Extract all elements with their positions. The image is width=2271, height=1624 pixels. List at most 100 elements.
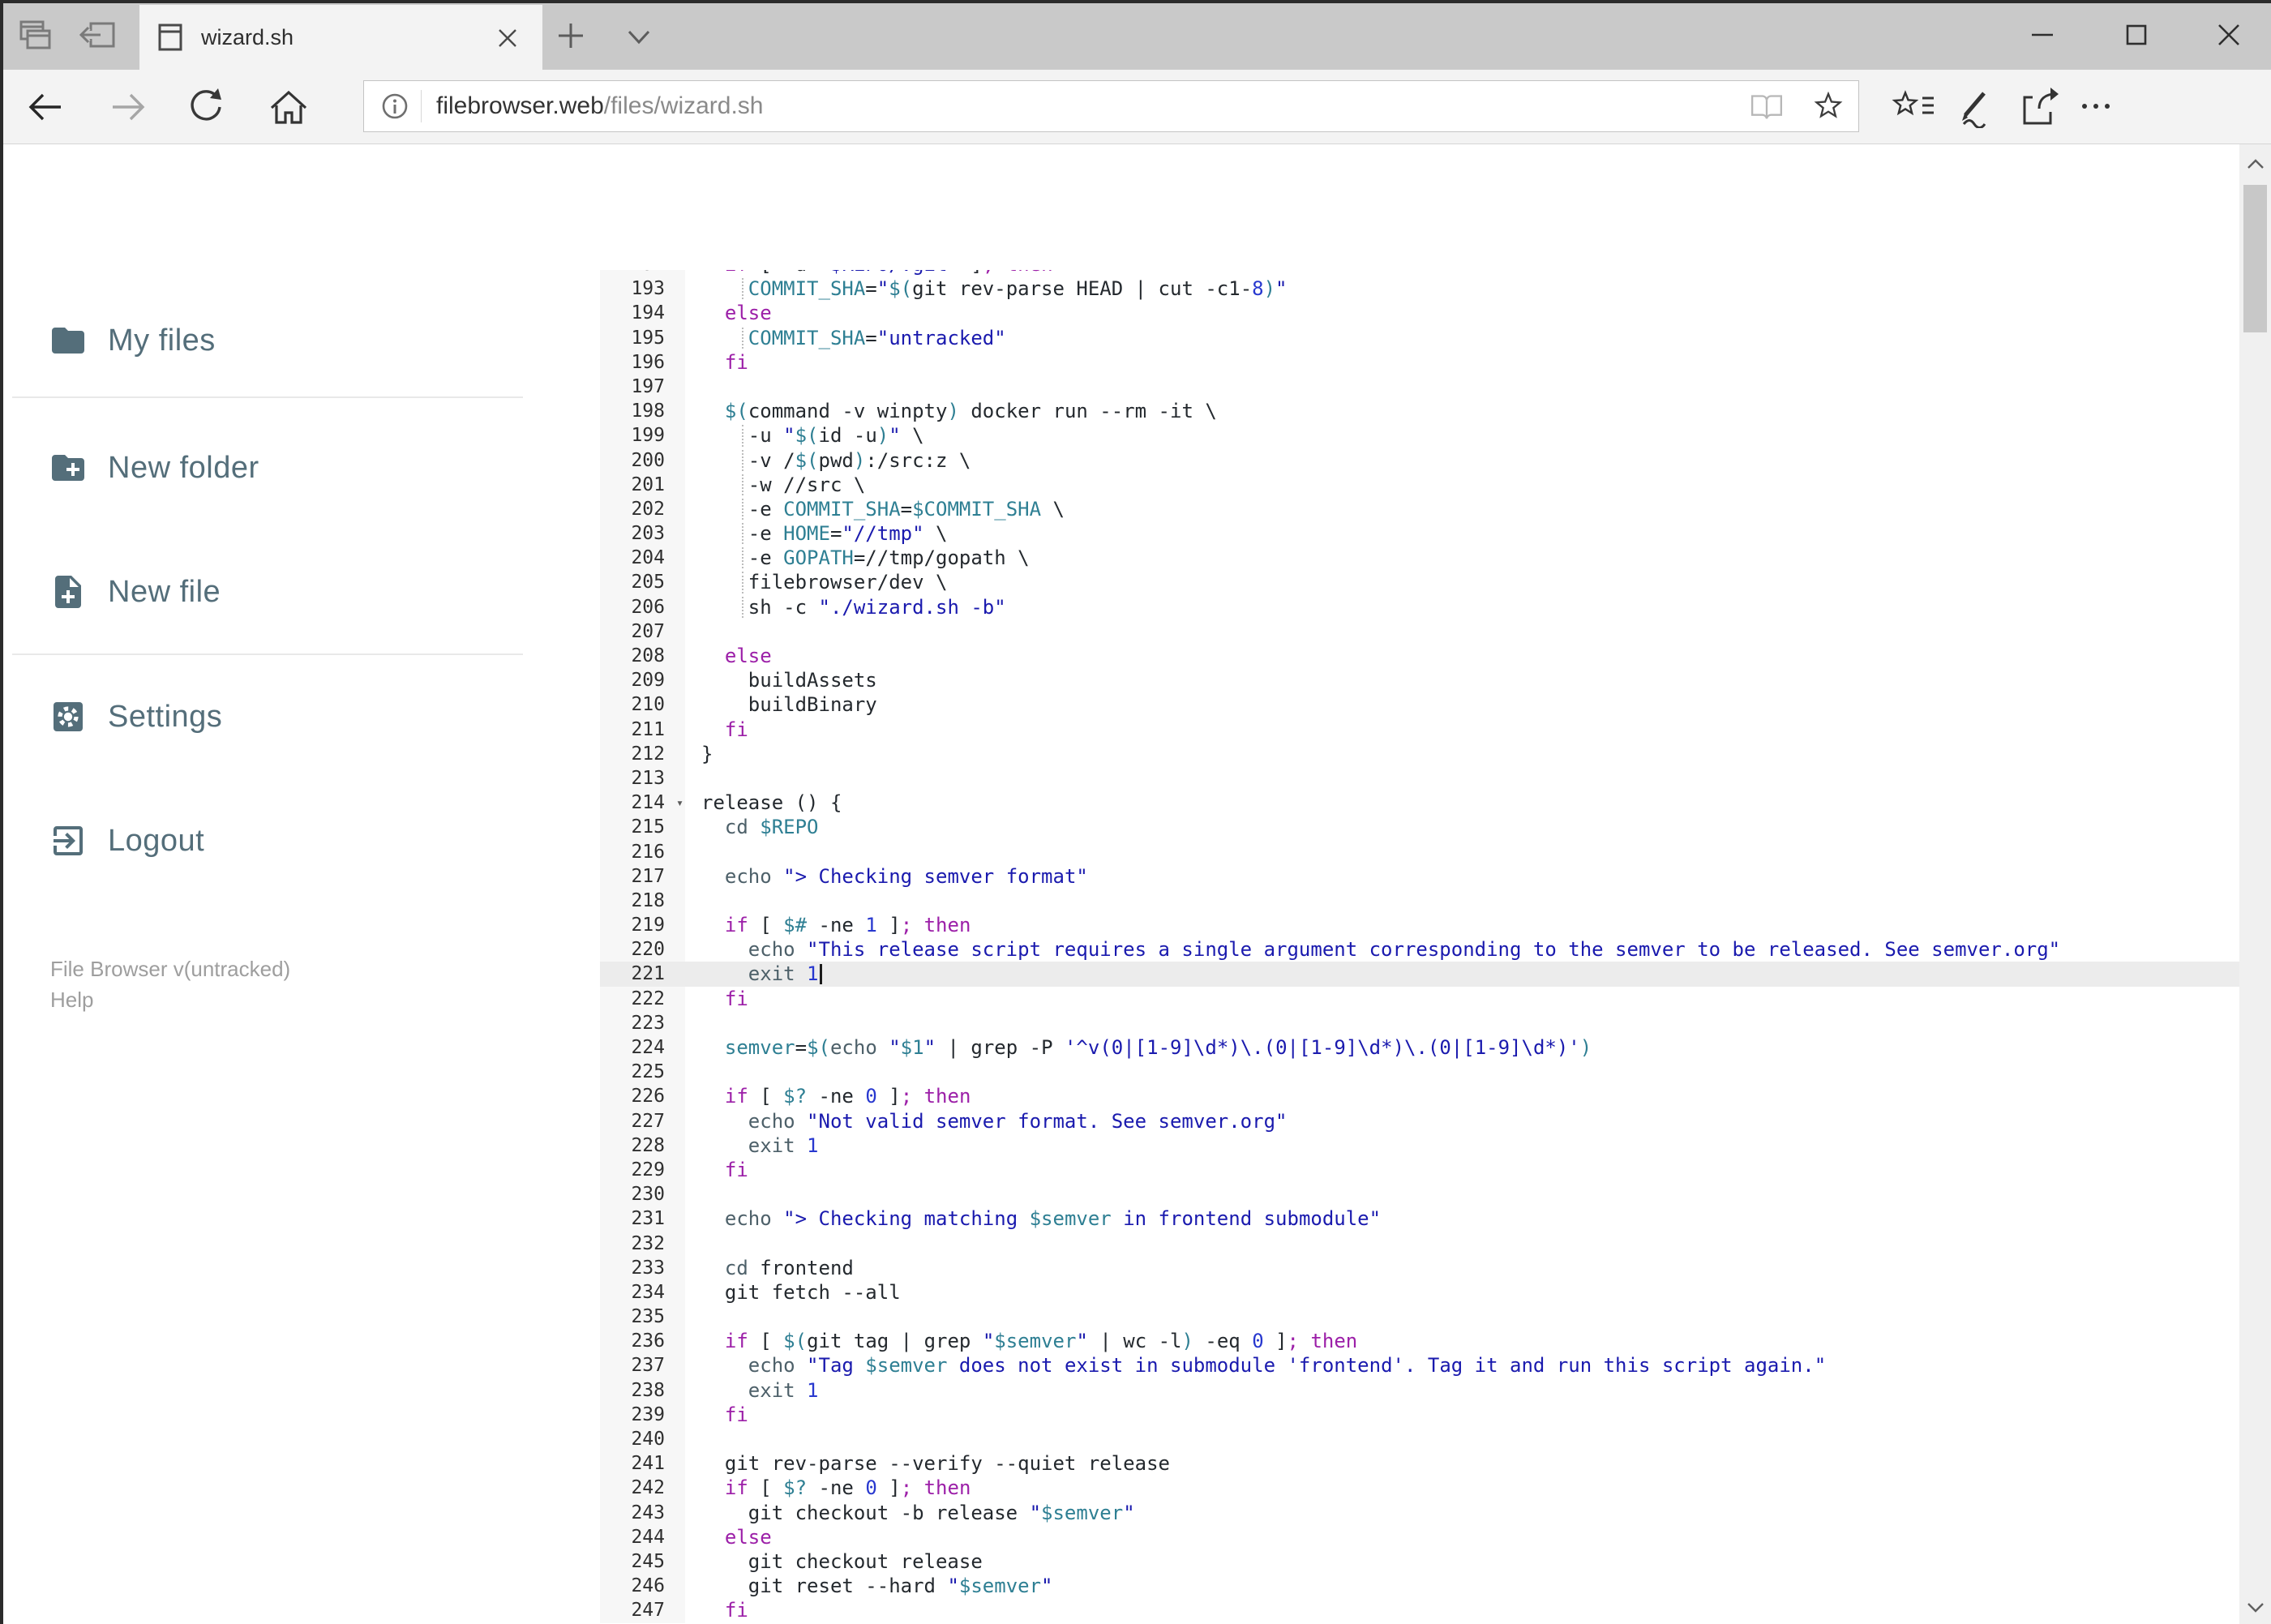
code-line[interactable]: 246 git reset --hard "$semver" — [600, 1574, 2239, 1599]
address-bar[interactable]: filebrowser.web/files/wizard.sh — [363, 80, 1859, 132]
code-text: -u "$(id -u)" \ — [701, 424, 924, 448]
sidebar-item-settings[interactable]: Settings — [0, 668, 584, 765]
sidebar-item-new-file[interactable]: New file — [0, 543, 584, 641]
scrollbar-thumb[interactable] — [2243, 185, 2267, 332]
sidebar-item-my-files[interactable]: My files — [0, 292, 584, 389]
more-menu-button[interactable] — [2067, 79, 2124, 133]
code-line[interactable]: 227 echo "Not valid semver format. See s… — [600, 1108, 2239, 1133]
sidebar-item-logout[interactable]: Logout — [0, 792, 584, 889]
tab-close-icon[interactable] — [494, 24, 521, 52]
favorite-star-icon[interactable] — [1808, 87, 1849, 126]
code-line[interactable]: 223 — [600, 1010, 2239, 1035]
code-line[interactable]: 233 cd frontend — [600, 1255, 2239, 1280]
tab-list-chevron-down-icon[interactable] — [618, 21, 660, 54]
code-line[interactable]: 220 echo "This release script requires a… — [600, 937, 2239, 962]
code-line[interactable]: 241 git rev-parse --verify --quiet relea… — [600, 1451, 2239, 1476]
code-editor[interactable]: 192 if [ -d "$REPO/.git" ]; then193 COMM… — [600, 270, 2239, 1624]
window-maximize-button[interactable] — [2092, 11, 2181, 58]
code-line[interactable]: 228 exit 1 — [600, 1133, 2239, 1158]
code-line[interactable]: 237 echo "Tag $semver does not exist in … — [600, 1353, 2239, 1378]
code-line[interactable]: 219 if [ $# -ne 1 ]; then — [600, 913, 2239, 938]
sidebar-item-label: My files — [108, 323, 216, 358]
tab-title: wizard.sh — [201, 24, 294, 49]
code-line[interactable]: 212} — [600, 741, 2239, 766]
code-line[interactable]: 196 fi — [600, 349, 2239, 375]
code-line[interactable]: 192 if [ -d "$REPO/.git" ]; then — [600, 270, 2239, 277]
code-line[interactable]: 244 else — [600, 1524, 2239, 1549]
code-line[interactable]: 216 — [600, 839, 2239, 864]
forward-button[interactable] — [102, 81, 154, 133]
code-line[interactable]: 197 — [600, 374, 2239, 400]
code-line[interactable]: 202 -e COMMIT_SHA=$COMMIT_SHA \ — [600, 496, 2239, 522]
page-scrollbar[interactable] — [2239, 144, 2271, 1624]
code-line[interactable]: 214 ▾ release () { — [600, 791, 2239, 816]
code-line[interactable]: 222 fi — [600, 986, 2239, 1011]
code-line[interactable]: 245 git checkout release — [600, 1549, 2239, 1575]
code-line[interactable]: 205 filebrowser/dev \ — [600, 570, 2239, 595]
code-line[interactable]: 207 — [600, 619, 2239, 644]
code-line[interactable]: 236 if [ $(git tag | grep "$semver" | wc… — [600, 1329, 2239, 1354]
code-line[interactable]: 232 — [600, 1231, 2239, 1256]
window-minimize-button[interactable] — [1998, 11, 2087, 58]
code-line[interactable]: 229 fi — [600, 1157, 2239, 1183]
code-line[interactable]: 226 if [ $? -ne 0 ]; then — [600, 1084, 2239, 1109]
code-line[interactable]: 240 — [600, 1427, 2239, 1452]
code-line[interactable]: 201 -w //src \ — [600, 472, 2239, 497]
reading-view-icon[interactable] — [1746, 87, 1787, 126]
new-tab-button[interactable] — [550, 18, 592, 54]
code-line[interactable]: 200 -v /$(pwd):/src:z \ — [600, 448, 2239, 473]
web-note-pen-button[interactable] — [1948, 79, 2005, 133]
code-line[interactable]: 242 if [ $? -ne 0 ]; then — [600, 1476, 2239, 1501]
line-number: 238 — [600, 1378, 685, 1403]
home-button[interactable] — [263, 81, 315, 133]
set-tabs-aside-button[interactable] — [75, 16, 120, 55]
window-close-button[interactable] — [2184, 11, 2271, 58]
code-line[interactable]: 208 else — [600, 644, 2239, 669]
code-line[interactable]: 193 COMMIT_SHA="$(git rev-parse HEAD | c… — [600, 276, 2239, 302]
line-number: 214 ▾ — [600, 791, 685, 816]
code-line[interactable]: 217 echo "> Checking semver format" — [600, 863, 2239, 889]
share-button[interactable] — [2009, 79, 2066, 133]
sidebar-item-new-folder[interactable]: New folder — [0, 419, 584, 516]
fold-arrow-icon[interactable]: ▾ — [676, 791, 683, 815]
help-link[interactable]: Help — [50, 988, 93, 1013]
code-line[interactable]: 215 cd $REPO — [600, 815, 2239, 840]
line-number: 218 — [600, 888, 685, 914]
code-line[interactable]: 204 -e GOPATH=//tmp/gopath \ — [600, 546, 2239, 571]
code-line[interactable]: 195 COMMIT_SHA="untracked" — [600, 325, 2239, 350]
code-line[interactable]: 224 semver=$(echo "$1" | grep -P '^v(0|[… — [600, 1035, 2239, 1061]
code-line[interactable]: 218 — [600, 888, 2239, 914]
site-info-icon[interactable] — [380, 92, 409, 121]
code-line[interactable]: 225 — [600, 1060, 2239, 1085]
back-button[interactable] — [19, 81, 71, 133]
code-line[interactable]: 239 fi — [600, 1402, 2239, 1427]
indent-guide — [742, 327, 743, 349]
code-line[interactable]: 199 -u "$(id -u)" \ — [600, 423, 2239, 448]
tab-preview-button[interactable] — [13, 16, 58, 55]
reload-button[interactable] — [180, 81, 232, 133]
code-line[interactable]: 203 -e HOME="//tmp" \ — [600, 521, 2239, 546]
code-line[interactable]: 198 $(command -v winpty) docker run --rm… — [600, 399, 2239, 424]
code-line[interactable]: 194 else — [600, 301, 2239, 326]
code-line[interactable]: 231 echo "> Checking matching $semver in… — [600, 1206, 2239, 1232]
scroll-down-icon[interactable] — [2239, 1592, 2271, 1624]
line-number: 208 — [600, 644, 685, 669]
code-text: buildAssets — [701, 669, 877, 692]
browser-tab[interactable]: wizard.sh — [139, 5, 542, 70]
code-line[interactable]: 213 — [600, 765, 2239, 791]
code-line[interactable]: 234 git fetch --all — [600, 1279, 2239, 1305]
code-line[interactable]: 247 fi — [600, 1598, 2239, 1623]
code-line[interactable]: 206 sh -c "./wizard.sh -b" — [600, 594, 2239, 619]
code-line[interactable]: 235 — [600, 1305, 2239, 1330]
code-text: fi — [724, 718, 748, 741]
scroll-up-icon[interactable] — [2239, 148, 2271, 180]
code-line[interactable]: 243 git checkout -b release "$semver" — [600, 1500, 2239, 1525]
code-line[interactable]: 211 fi — [600, 717, 2239, 742]
code-text: if [ $(git tag | grep "$semver" | wc -l)… — [724, 1330, 1358, 1353]
code-line[interactable]: 238 exit 1 — [600, 1378, 2239, 1403]
favorites-hub-button[interactable] — [1887, 79, 1943, 133]
code-line[interactable]: 210 buildBinary — [600, 692, 2239, 718]
code-line[interactable]: 221 exit 1 — [600, 962, 2239, 987]
code-line[interactable]: 230 — [600, 1182, 2239, 1207]
code-line[interactable]: 209 buildAssets — [600, 668, 2239, 693]
